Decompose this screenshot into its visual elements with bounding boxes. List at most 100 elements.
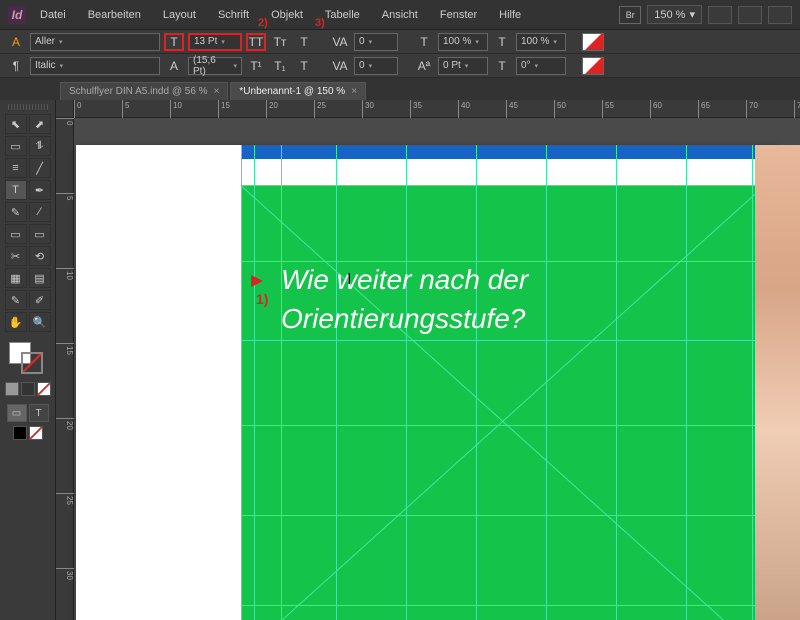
- underline-button[interactable]: T: [294, 57, 314, 75]
- fill-stroke-control[interactable]: [9, 342, 47, 376]
- tool-rect[interactable]: ▭: [5, 224, 27, 244]
- page[interactable]: Wie weiter nach der Orientierungsstufe? …: [76, 145, 776, 620]
- skew-icon: T: [492, 57, 512, 75]
- kerning-select[interactable]: 0▾: [354, 33, 398, 51]
- tool-note[interactable]: ✎: [5, 290, 27, 310]
- tool-frame[interactable]: ▭: [29, 224, 51, 244]
- chevron-down-icon: ▾: [689, 8, 695, 21]
- tool-pen[interactable]: ✒: [29, 180, 51, 200]
- panel-handle[interactable]: [8, 104, 48, 110]
- stroke-color[interactable]: [21, 352, 43, 374]
- tool-grid: ⬉⬈▭⥮≡╱T✒✎∕▭▭✂⟲▦▤✎✐✋🔍: [5, 114, 51, 332]
- menu-objekt[interactable]: Objekt: [263, 5, 311, 25]
- annotation-1: 1): [256, 291, 268, 307]
- ruler-origin[interactable]: [56, 100, 74, 118]
- tool-pencil[interactable]: ✎: [5, 202, 27, 222]
- tab-label: *Unbenannt-1 @ 150 %: [239, 86, 345, 97]
- apply-none-button[interactable]: [37, 382, 51, 396]
- bridge-button[interactable]: Br: [619, 6, 641, 24]
- chevron-down-icon: ▾: [221, 38, 225, 46]
- app-logo: Id: [8, 6, 26, 24]
- menu-ansicht[interactable]: Ansicht: [374, 5, 426, 25]
- small-caps-button[interactable]: Tᴛ: [270, 33, 290, 51]
- font-style-select[interactable]: Italic▾: [30, 57, 160, 75]
- tool-scissors[interactable]: ✂: [5, 246, 27, 266]
- ruler-tick: 0: [74, 100, 81, 118]
- menu-datei[interactable]: Datei: [32, 5, 74, 25]
- ruler-horizontal[interactable]: 051015202530354045505560657075: [74, 100, 800, 118]
- all-caps-button[interactable]: TT: [246, 33, 266, 51]
- tool-type[interactable]: T: [5, 180, 27, 200]
- close-icon[interactable]: ×: [351, 86, 357, 97]
- ruler-tick: 35: [410, 100, 422, 118]
- green-frame[interactable]: [241, 185, 766, 620]
- ruler-tick: 75: [794, 100, 800, 118]
- screen-mode-button[interactable]: [708, 6, 732, 24]
- tool-brush[interactable]: ∕: [29, 202, 51, 222]
- tool-grad2[interactable]: ▤: [29, 268, 51, 288]
- blue-header-shape[interactable]: [241, 145, 766, 159]
- ruler-tick: 0: [56, 118, 74, 125]
- paragraph-icon: ¶: [6, 57, 26, 75]
- tool-eyedrop[interactable]: ✐: [29, 290, 51, 310]
- chevron-down-icon: ▾: [475, 38, 479, 46]
- leading-select[interactable]: (15,6 Pt)▾: [188, 57, 242, 75]
- tab-unbenannt[interactable]: *Unbenannt-1 @ 150 % ×: [230, 82, 366, 100]
- close-icon[interactable]: ×: [214, 86, 220, 97]
- canvas[interactable]: 051015202530354045505560657075 051015202…: [56, 100, 800, 620]
- chevron-down-icon: ▾: [233, 62, 237, 70]
- menu-schrift[interactable]: Schrift: [210, 5, 257, 25]
- headline-text: Wie weiter nach der Orientierungsstufe?: [281, 264, 528, 334]
- vertical-scale-select[interactable]: 100 %▾: [516, 33, 566, 51]
- strikethrough-button[interactable]: T: [294, 33, 314, 51]
- screen-normal-button[interactable]: [13, 426, 27, 440]
- horizontal-scale-select[interactable]: 100 %▾: [438, 33, 488, 51]
- menu-bearbeiten[interactable]: Bearbeiten: [80, 5, 149, 25]
- apply-color-button[interactable]: [5, 382, 19, 396]
- chevron-down-icon: ▾: [369, 38, 373, 46]
- stroke-swatch[interactable]: [582, 57, 604, 75]
- screen-mode-row: [13, 426, 43, 440]
- menu-layout[interactable]: Layout: [155, 5, 204, 25]
- color-apply-row: [5, 382, 51, 396]
- tool-direct[interactable]: ⬈: [29, 114, 51, 134]
- ruler-tick: 20: [56, 418, 74, 430]
- subscript-button[interactable]: T₁: [270, 57, 290, 75]
- superscript-button[interactable]: T¹: [246, 57, 266, 75]
- tracking-select[interactable]: 0▾: [354, 57, 398, 75]
- tool-hand[interactable]: ✋: [5, 312, 27, 332]
- tool-gap[interactable]: ⥮: [29, 136, 51, 156]
- font-family-select[interactable]: Aller▾: [30, 33, 160, 51]
- tool-zoom[interactable]: 🔍: [29, 312, 51, 332]
- font-size-select[interactable]: 13 Pt▾: [188, 33, 242, 51]
- annotation-3: 3): [315, 17, 325, 29]
- tab-label: Schulflyer DIN A5.indd @ 56 %: [69, 86, 208, 97]
- apply-gradient-button[interactable]: [21, 382, 35, 396]
- tab-schulflyer[interactable]: Schulflyer DIN A5.indd @ 56 % ×: [60, 82, 228, 100]
- preview-mode-button[interactable]: T: [29, 404, 49, 422]
- baseline-shift-select[interactable]: 0 Pt▾: [438, 57, 488, 75]
- arrange-button[interactable]: [738, 6, 762, 24]
- skew-select[interactable]: 0°▾: [516, 57, 566, 75]
- ruler-vertical[interactable]: 051015202530: [56, 118, 74, 620]
- menu-fenster[interactable]: Fenster: [432, 5, 485, 25]
- menu-hilfe[interactable]: Hilfe: [491, 5, 529, 25]
- tool-arrow[interactable]: ⬉: [5, 114, 27, 134]
- tool-line[interactable]: ╱: [29, 158, 51, 178]
- headline-text-frame[interactable]: Wie weiter nach der Orientierungsstufe?: [281, 261, 528, 339]
- photo-edge: [755, 145, 800, 620]
- tool-grad[interactable]: ▦: [5, 268, 27, 288]
- normal-mode-button[interactable]: ▭: [7, 404, 27, 422]
- character-icon: A: [6, 33, 26, 51]
- menubar: Id Datei Bearbeiten Layout Schrift Objek…: [0, 0, 800, 30]
- control-panel-row1: A Aller▾ T 13 Pt▾ 2) TT 3) Tᴛ T VA 0▾ T …: [0, 30, 800, 54]
- zoom-select[interactable]: 150 %▾: [647, 5, 702, 24]
- screen-preview-button[interactable]: [29, 426, 43, 440]
- vertical-scale-icon: T: [492, 33, 512, 51]
- view-options-button[interactable]: [768, 6, 792, 24]
- ruler-tick: 30: [56, 568, 74, 580]
- tool-page[interactable]: ▭: [5, 136, 27, 156]
- tool-text[interactable]: ≡: [5, 158, 27, 178]
- fill-swatch[interactable]: [582, 33, 604, 51]
- tool-transform[interactable]: ⟲: [29, 246, 51, 266]
